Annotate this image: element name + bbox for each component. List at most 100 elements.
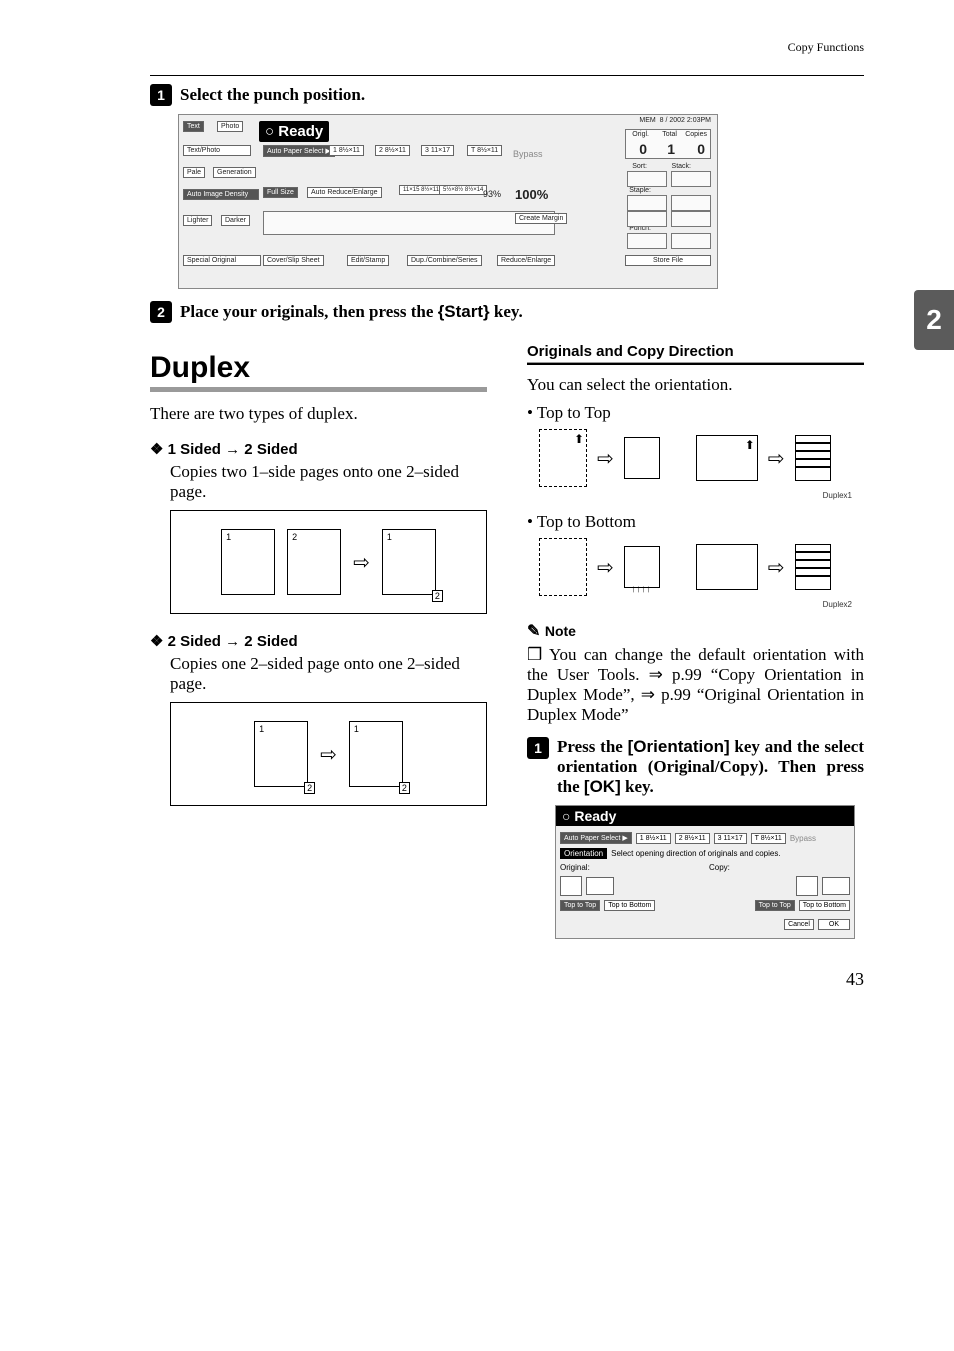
lcd2-orientation-label: Orientation xyxy=(560,848,607,859)
book-portrait-icon xyxy=(624,437,660,479)
copies-value: 0 xyxy=(697,141,705,157)
tab-text[interactable]: Text xyxy=(183,121,204,132)
origl-value: 0 xyxy=(639,141,647,157)
icon-landscape[interactable] xyxy=(822,877,850,895)
section-underline xyxy=(150,387,487,392)
btn-dup-combine-series[interactable]: Dup./Combine/Series xyxy=(407,255,482,266)
tab-text-photo[interactable]: Text/Photo xyxy=(183,145,251,156)
caption-duplex2: Duplex2 xyxy=(527,600,852,609)
mode-1-diagram: 1 2 ⇨ 1 2 xyxy=(170,510,487,614)
ratio-value: 93% xyxy=(483,189,501,199)
copies-label: Copies xyxy=(685,131,707,138)
lcd2-orientation-hint: Select opening direction of originals an… xyxy=(611,849,780,858)
chapter-tab: 2 xyxy=(914,290,954,350)
staple-label: Staple: xyxy=(629,187,651,194)
mode-2-diagram: 1 2 ⇨ 1 2 xyxy=(170,702,487,806)
magnification: 100% xyxy=(515,187,548,202)
btn-auto-paper-select[interactable]: Auto Paper Select ▶ xyxy=(263,145,335,157)
btn-cover-slip-sheet[interactable]: Cover/Slip Sheet xyxy=(263,255,324,266)
btn-lighter[interactable]: Lighter xyxy=(183,215,212,226)
lcd-screenshot-orientation: ○ Ready Auto Paper Select ▶ 1 8½×11 2 8½… xyxy=(555,805,855,939)
sort-label: Sort: xyxy=(632,163,647,170)
lcd2-ready: ○ Ready xyxy=(556,806,854,826)
direction-intro: You can select the orientation. xyxy=(527,375,864,395)
page-number: 43 xyxy=(150,969,864,990)
orientation-step-text: Press the [Orientation] key and the sele… xyxy=(557,737,864,797)
preset-ratio-2[interactable]: 5½×8½ 8½×14 xyxy=(439,185,487,195)
btn-full-size[interactable]: Full Size xyxy=(263,187,298,198)
btn-auto-image-density[interactable]: Auto Image Density xyxy=(183,189,259,200)
direction-heading: Originals and Copy Direction xyxy=(527,343,864,360)
lcd2-tray1[interactable]: 1 8½×11 xyxy=(636,833,671,844)
step-2-text: Place your originals, then press the {St… xyxy=(180,302,523,322)
preset-ratio-1[interactable]: 11×15 8½×11 xyxy=(399,185,443,195)
btn-auto-reduce-enlarge[interactable]: Auto Reduce/Enlarge xyxy=(307,187,382,198)
header-rule xyxy=(150,75,864,76)
option-top-to-bottom: Top to Bottom xyxy=(527,512,864,532)
top-to-top-diagram: ⬆ ⇨ ⬆ ⇨ xyxy=(539,429,864,487)
option-top-to-top: Top to Top xyxy=(527,403,864,423)
total-value: 1 xyxy=(667,141,675,157)
orientation-up-icon: ⬆ xyxy=(574,432,584,447)
btn-special-original[interactable]: Special Original xyxy=(183,255,261,266)
arrow-right-icon: ⇨ xyxy=(597,446,614,471)
arrow-right-icon: ⇨ xyxy=(768,555,785,580)
btn-reduce-enlarge[interactable]: Reduce/Enlarge xyxy=(497,255,555,266)
pages-icon xyxy=(795,435,831,481)
tray-3[interactable]: 3 11×17 xyxy=(421,145,454,156)
btn-copy-top-to-bottom[interactable]: Top to Bottom xyxy=(799,900,850,911)
btn-ok[interactable]: OK xyxy=(818,919,850,930)
btn-orig-top-to-bottom[interactable]: Top to Bottom xyxy=(604,900,655,911)
header-section: Copy Functions xyxy=(150,40,864,55)
datetime: MEM 8 / 2002 2:03PM xyxy=(639,117,711,124)
icon-portrait[interactable] xyxy=(796,876,818,896)
orientation-up-icon: ⬆ xyxy=(745,438,755,453)
step-number-1: 1 xyxy=(150,84,172,106)
mode-2-desc: Copies one 2–sided page onto one 2–sided… xyxy=(170,654,487,694)
mode-1-desc: Copies two 1–side pages onto one 2–sided… xyxy=(170,462,487,502)
mode-2-title: 2 Sided → 2 Sided xyxy=(150,632,487,650)
lcd2-tray2[interactable]: 2 8½×11 xyxy=(675,833,710,844)
btn-create-margin[interactable]: Create Margin xyxy=(515,213,567,224)
lcd2-auto-paper[interactable]: Auto Paper Select ▶ xyxy=(560,832,632,844)
tab-photo[interactable]: Photo xyxy=(217,121,243,132)
step-number-2: 2 xyxy=(150,301,172,323)
tray-t[interactable]: T 8½×11 xyxy=(467,145,502,156)
btn-orig-top-to-top[interactable]: Top to Top xyxy=(560,900,600,911)
lcd2-trayt[interactable]: T 8½×11 xyxy=(751,833,786,844)
lcd2-bypass: Bypass xyxy=(790,834,816,843)
icon-landscape[interactable] xyxy=(586,877,614,895)
step-1-text: Select the punch position. xyxy=(180,85,365,105)
note-heading: Note xyxy=(527,621,864,641)
step-number-1b: 1 xyxy=(527,737,549,759)
icon-portrait[interactable] xyxy=(560,876,582,896)
lcd-ready-label: ○ Ready xyxy=(259,121,329,142)
tab-generation[interactable]: Generation xyxy=(213,167,256,178)
lcd-screenshot-punch: ○ Ready Text Photo Text/Photo Pale Gener… xyxy=(178,114,718,289)
lcd2-copy-label: Copy: xyxy=(709,863,730,872)
tab-pale[interactable]: Pale xyxy=(183,167,205,178)
btn-store-file[interactable]: Store File xyxy=(625,255,711,266)
duplex-intro: There are two types of duplex. xyxy=(150,404,487,424)
arrow-right-icon: ⇨ xyxy=(768,446,785,471)
tray-2[interactable]: 2 8½×11 xyxy=(375,145,410,156)
lcd2-tray3[interactable]: 3 11×17 xyxy=(714,833,747,844)
direction-underline xyxy=(527,362,864,365)
stack-label: Stack: xyxy=(672,163,691,170)
btn-edit-stamp[interactable]: Edit/Stamp xyxy=(347,255,389,266)
arrow-right-icon: ⇨ xyxy=(597,555,614,580)
btn-cancel[interactable]: Cancel xyxy=(784,919,814,930)
origl-label: Origl. xyxy=(632,131,649,138)
duplex-heading: Duplex xyxy=(150,351,487,385)
tray-1[interactable]: 1 8½×11 xyxy=(329,145,364,156)
btn-copy-top-to-top[interactable]: Top to Top xyxy=(755,900,795,911)
lcd2-original-label: Original: xyxy=(560,863,705,872)
tray-bypass: Bypass xyxy=(513,149,543,159)
pages-flip-icon xyxy=(795,544,831,590)
caption-duplex1: Duplex1 xyxy=(527,491,852,500)
arrow-right-icon: ⇨ xyxy=(353,550,370,575)
arrow-right-icon: ⇨ xyxy=(320,742,337,767)
total-label: Total xyxy=(662,131,677,138)
btn-darker[interactable]: Darker xyxy=(221,215,250,226)
top-to-bottom-diagram: ⇨ ↑↑↑↑ ⇨ xyxy=(539,538,864,596)
